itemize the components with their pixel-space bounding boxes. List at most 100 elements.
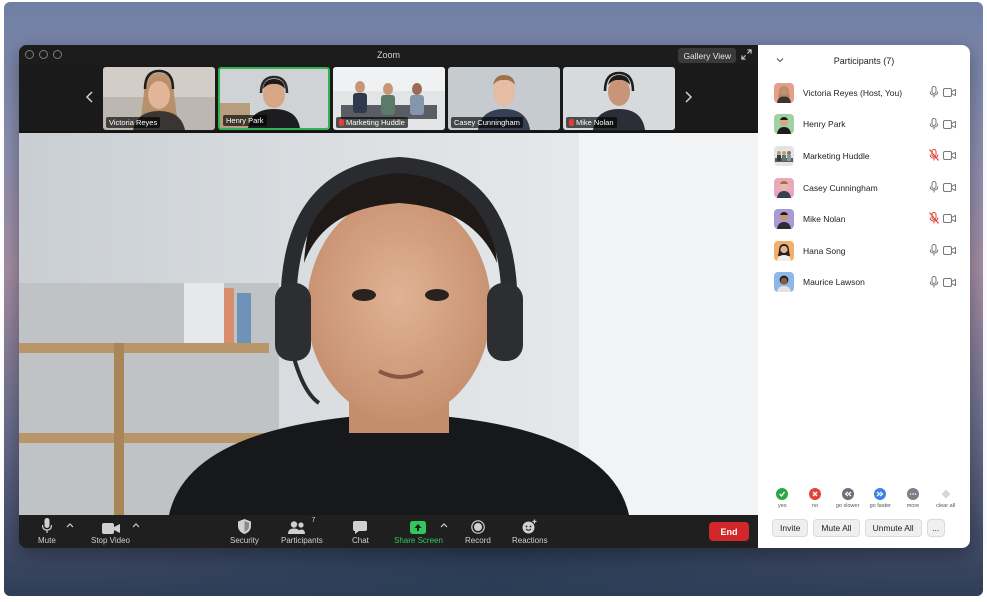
- meeting-controls-bar: Mute Stop Video Security 7 Participants …: [19, 515, 758, 548]
- participant-row[interactable]: Casey Cunningham: [758, 172, 970, 204]
- video-camera-icon[interactable]: [943, 245, 956, 255]
- mute-all-button[interactable]: Mute All: [813, 519, 860, 537]
- thumbnail-victoria-reyes[interactable]: Victoria Reyes: [103, 67, 215, 130]
- more-dots-icon: [906, 488, 919, 500]
- chat-button[interactable]: Chat: [352, 517, 369, 545]
- participant-list: Victoria Reyes (Host, You) Henry Park Ma…: [758, 77, 970, 298]
- participants-actions: Invite Mute All Unmute All ...: [758, 519, 970, 539]
- more-options-button[interactable]: ...: [926, 519, 945, 537]
- participants-panel: Participants (7) Victoria Reyes (Host, Y…: [758, 45, 970, 548]
- chevron-right-icon[interactable]: [681, 87, 695, 107]
- unmute-all-button[interactable]: Unmute All: [864, 519, 922, 537]
- avatar: [774, 240, 794, 261]
- shield-icon: [237, 519, 251, 534]
- eraser-icon: [940, 488, 952, 500]
- zoom-window-button[interactable]: [53, 50, 62, 59]
- avatar: [774, 114, 794, 135]
- active-speaker-video: [19, 133, 758, 515]
- speaker-video-feed: [19, 133, 758, 515]
- participant-row[interactable]: Marketing Huddle: [758, 140, 970, 172]
- invite-button[interactable]: Invite: [772, 519, 809, 537]
- microphone-icon[interactable]: [929, 275, 939, 288]
- microphone-muted-icon[interactable]: [929, 149, 939, 162]
- share-screen-icon: [410, 521, 427, 534]
- minimize-window-button[interactable]: [39, 50, 48, 59]
- record-icon: [471, 520, 485, 534]
- thumbnail-strip: Victoria Reyes Henry Park Marketing Hudd…: [19, 65, 758, 131]
- thumbnail-henry-park[interactable]: Henry Park: [218, 67, 330, 130]
- feedback-more[interactable]: more: [898, 488, 928, 514]
- mic-muted-icon: [339, 119, 344, 126]
- video-area: Zoom Gallery View Victoria Reyes Henry P…: [19, 45, 758, 548]
- x-mark-icon: [808, 488, 821, 500]
- participant-row[interactable]: Henry Park: [758, 109, 970, 141]
- avatar: [774, 177, 794, 198]
- participant-name-tag: Casey Cunningham: [451, 117, 523, 128]
- gallery-view-button[interactable]: Gallery View: [678, 48, 736, 63]
- participant-row[interactable]: Maurice Lawson: [758, 267, 970, 299]
- rewind-icon: [841, 488, 854, 500]
- video-camera-icon: [101, 523, 120, 534]
- feedback-go-slower[interactable]: go slower: [833, 488, 863, 514]
- checkmark-icon: [776, 488, 789, 500]
- video-options-caret-icon[interactable]: [132, 522, 140, 528]
- participant-row[interactable]: Victoria Reyes (Host, You): [758, 77, 970, 109]
- participants-button[interactable]: 7 Participants: [281, 517, 323, 545]
- fullscreen-icon[interactable]: [741, 49, 752, 60]
- nonverbal-feedback-bar: yes no go slower go faster more clear al…: [758, 488, 970, 514]
- microphone-icon[interactable]: [929, 180, 939, 193]
- stop-video-button[interactable]: Stop Video: [91, 517, 130, 545]
- video-camera-icon[interactable]: [943, 88, 956, 97]
- avatar: [774, 145, 794, 166]
- microphone-icon: [41, 518, 52, 533]
- feedback-yes[interactable]: yes: [767, 488, 797, 514]
- security-button[interactable]: Security: [230, 517, 259, 545]
- participant-name-tag: Victoria Reyes: [106, 117, 161, 128]
- feedback-go-faster[interactable]: go faster: [865, 488, 895, 514]
- mic-muted-icon: [569, 119, 574, 126]
- zoom-meeting-window: Zoom Gallery View Victoria Reyes Henry P…: [19, 45, 970, 548]
- panel-title: Participants (7): [833, 56, 895, 66]
- avatar: [774, 272, 794, 293]
- participant-name-tag: Henry Park: [223, 115, 267, 126]
- thumbnail-casey-cunningham[interactable]: Casey Cunningham: [448, 67, 560, 130]
- microphone-icon[interactable]: [929, 117, 939, 130]
- participant-row[interactable]: Hana Song: [758, 235, 970, 267]
- participants-panel-header: Participants (7): [758, 45, 970, 77]
- record-button[interactable]: Record: [465, 517, 491, 545]
- share-options-caret-icon[interactable]: [440, 522, 448, 528]
- fast-forward-icon: [874, 488, 887, 500]
- participant-row[interactable]: Mike Nolan: [758, 203, 970, 235]
- close-window-button[interactable]: [25, 50, 34, 59]
- video-camera-icon[interactable]: [943, 277, 956, 287]
- thumbnail-marketing-huddle[interactable]: Marketing Huddle: [333, 67, 445, 130]
- participants-count: 7: [311, 517, 316, 524]
- feedback-clear-all[interactable]: clear all: [931, 488, 961, 514]
- video-camera-icon[interactable]: [943, 151, 956, 161]
- avatar: [774, 82, 794, 103]
- video-camera-icon[interactable]: [943, 182, 956, 192]
- reactions-button[interactable]: Reactions: [512, 517, 548, 545]
- avatar: [774, 209, 794, 230]
- microphone-icon[interactable]: [929, 243, 939, 256]
- feedback-no[interactable]: no: [800, 488, 830, 514]
- window-controls: [25, 50, 62, 59]
- thumbnail-mike-nolan[interactable]: Mike Nolan: [563, 67, 675, 130]
- participants-icon: [288, 521, 306, 534]
- title-bar: Zoom Gallery View: [19, 45, 758, 65]
- chevron-left-icon[interactable]: [83, 87, 97, 107]
- chat-bubble-icon: [353, 521, 368, 534]
- audio-options-caret-icon[interactable]: [66, 522, 74, 528]
- chevron-down-icon[interactable]: [776, 57, 784, 63]
- share-screen-button[interactable]: Share Screen: [394, 517, 443, 545]
- microphone-muted-icon[interactable]: [929, 212, 939, 225]
- smiley-plus-icon: [522, 519, 537, 534]
- video-camera-icon[interactable]: [943, 119, 956, 129]
- end-meeting-button[interactable]: End: [709, 522, 749, 541]
- mute-button[interactable]: Mute: [38, 517, 56, 545]
- participant-name-tag: Mike Nolan: [566, 117, 617, 128]
- microphone-icon[interactable]: [929, 86, 939, 98]
- participant-name-tag: Marketing Huddle: [336, 117, 408, 128]
- video-camera-icon[interactable]: [943, 214, 956, 224]
- window-title: Zoom: [376, 50, 400, 60]
